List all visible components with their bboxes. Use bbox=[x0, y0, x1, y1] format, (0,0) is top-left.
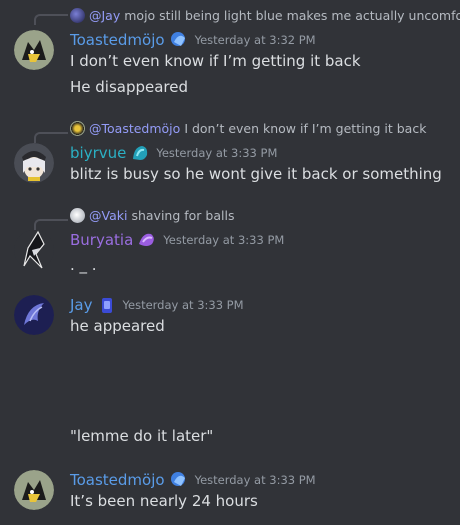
timestamp: Yesterday at 3:33 PM bbox=[122, 298, 244, 312]
reply-mention[interactable]: @Vaki bbox=[89, 208, 127, 223]
jay-avatar-small bbox=[70, 7, 85, 23]
message-text: blitz is busy so he wont give it back or… bbox=[70, 165, 442, 183]
avatar[interactable] bbox=[14, 143, 54, 183]
message-text: I don’t even know if I’m getting it back bbox=[70, 52, 361, 70]
blue-role-icon bbox=[169, 30, 189, 50]
timestamp: Yesterday at 3:33 PM bbox=[156, 146, 278, 160]
author-name[interactable]: Jay bbox=[70, 296, 93, 314]
reply-text: mojo still being light blue makes me act… bbox=[124, 7, 460, 23]
timestamp: Yesterday at 3:32 PM bbox=[194, 33, 316, 47]
reply-preview[interactable]: @Toastedmöjo I don’t even know if I’m ge… bbox=[70, 118, 460, 138]
message-header: biyrvue Yesterday at 3:33 PM bbox=[70, 143, 277, 163]
reply-connector bbox=[34, 219, 68, 230]
timestamp: Yesterday at 3:33 PM bbox=[194, 473, 316, 487]
purple-role-icon bbox=[137, 230, 157, 250]
avatar[interactable] bbox=[14, 230, 54, 270]
avatar[interactable] bbox=[14, 30, 54, 70]
message-text: . _ . bbox=[70, 256, 97, 274]
reply-text: shaving for balls bbox=[131, 207, 235, 223]
avatar[interactable] bbox=[14, 295, 54, 335]
avatar[interactable] bbox=[14, 470, 54, 510]
message-header: Toastedmöjo Yesterday at 3:33 PM bbox=[70, 470, 316, 490]
blue-jar-icon bbox=[97, 295, 117, 315]
message-header: Jay Yesterday at 3:33 PM bbox=[70, 295, 244, 315]
teal-role-icon bbox=[130, 143, 150, 163]
reply-preview[interactable]: @Vaki shaving for balls bbox=[70, 205, 460, 225]
message-text: He disappeared bbox=[70, 78, 189, 96]
reply-connector bbox=[34, 14, 68, 25]
author-name[interactable]: Toastedmöjo bbox=[70, 31, 165, 49]
reply-text: I don’t even know if I’m getting it back bbox=[184, 120, 427, 136]
reply-mention[interactable]: @Jay bbox=[89, 8, 120, 23]
message-text: It’s been nearly 24 hours bbox=[70, 492, 258, 510]
message-header: Buryatia Yesterday at 3:33 PM bbox=[70, 230, 284, 250]
author-name[interactable]: Toastedmöjo bbox=[70, 471, 165, 489]
message-header: Toastedmöjo Yesterday at 3:32 PM bbox=[70, 30, 316, 50]
message-text: he appeared bbox=[70, 317, 165, 335]
reply-preview[interactable]: @Jay mojo still being light blue makes m… bbox=[70, 5, 460, 25]
author-name[interactable]: Buryatia bbox=[70, 231, 133, 249]
author-name[interactable]: biyrvue bbox=[70, 144, 126, 162]
toastedmojo-avatar-small bbox=[70, 120, 85, 136]
vaki-avatar-small bbox=[70, 207, 85, 223]
timestamp: Yesterday at 3:33 PM bbox=[163, 233, 285, 247]
reply-mention[interactable]: @Toastedmöjo bbox=[89, 121, 180, 136]
blue-role-icon bbox=[169, 470, 189, 490]
message-text: "lemme do it later" bbox=[70, 427, 214, 445]
reply-connector bbox=[34, 132, 68, 143]
